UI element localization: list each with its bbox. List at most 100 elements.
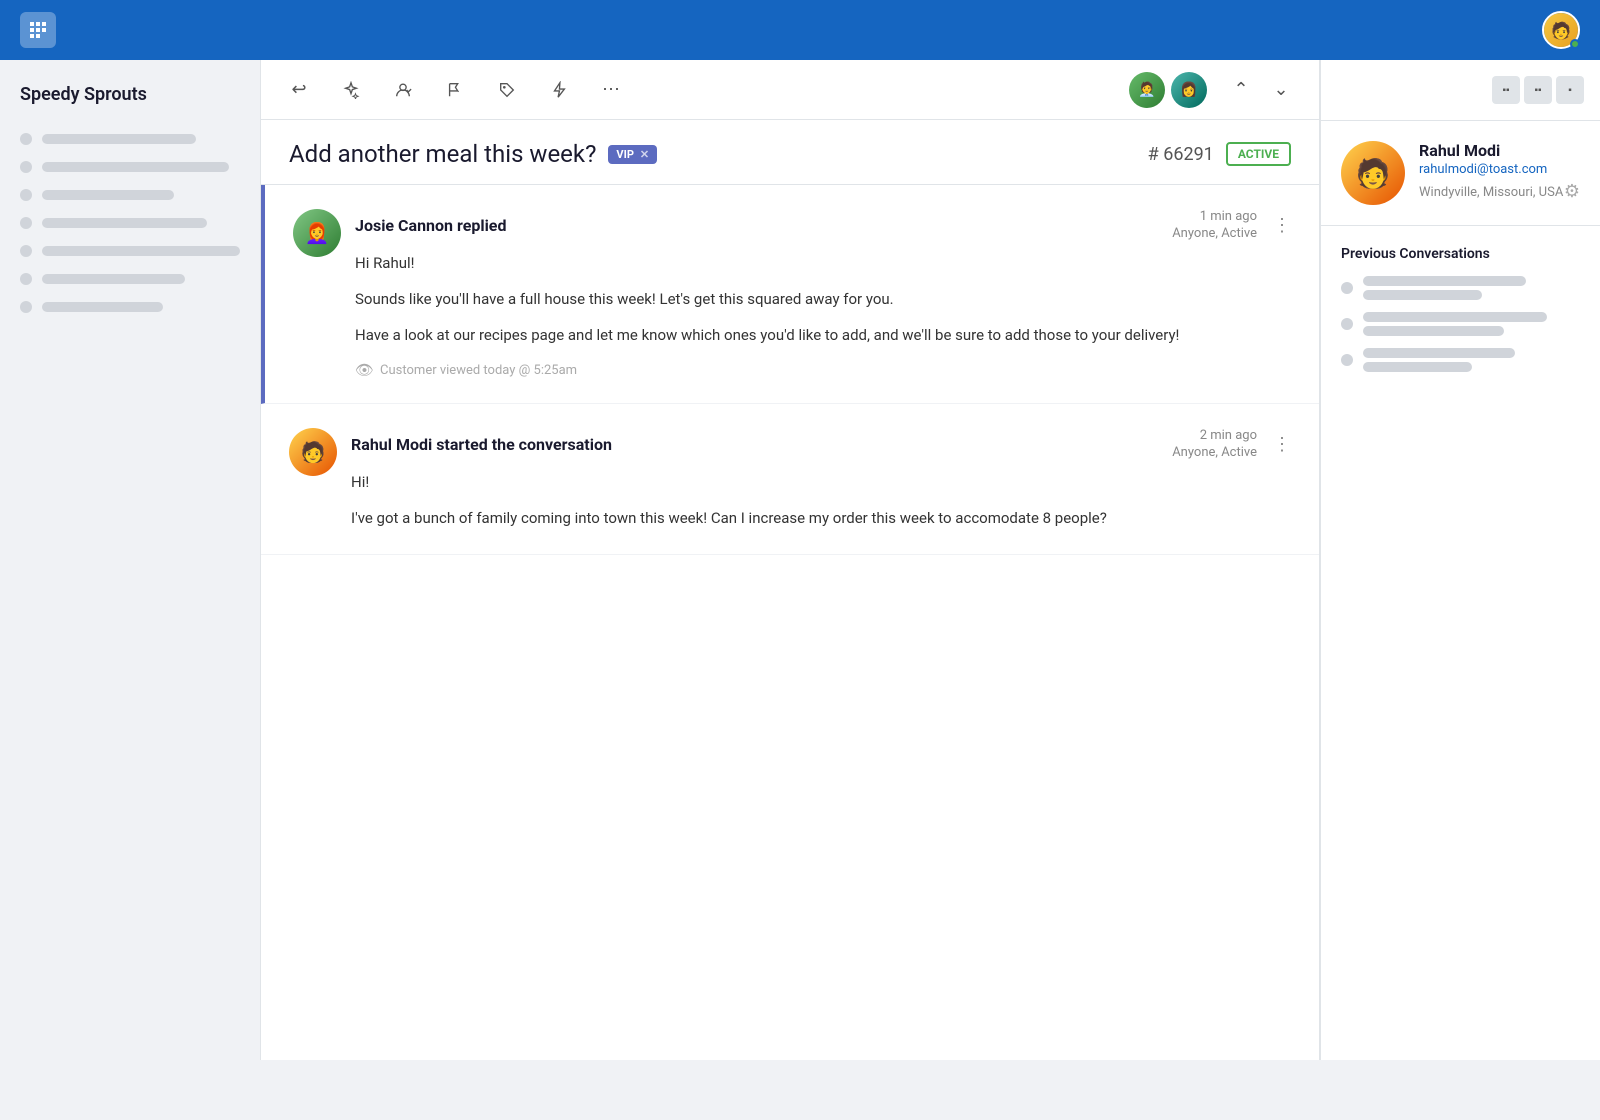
- prev-conv-lines-2: [1363, 312, 1580, 336]
- conversation-header: Add another meal this week? VIP ✕ # 6629…: [261, 120, 1319, 185]
- contact-name: Rahul Modi: [1419, 141, 1580, 160]
- message-body-2: Hi! I've got a bunch of family coming in…: [351, 470, 1291, 530]
- list-dot: [20, 189, 32, 201]
- next-conversation-button[interactable]: ⌄: [1263, 72, 1299, 108]
- message-status-2: Anyone, Active: [1172, 445, 1257, 460]
- list-item[interactable]: [20, 181, 240, 209]
- prev-conv-line-2a: [1363, 312, 1547, 322]
- prev-conv-dot-1: [1341, 282, 1353, 294]
- previous-conversations-title: Previous Conversations: [1341, 246, 1580, 262]
- assign-button[interactable]: [385, 72, 421, 108]
- list-item[interactable]: [20, 265, 240, 293]
- list-item[interactable]: [20, 237, 240, 265]
- sparkle-icon: [342, 81, 360, 99]
- eye-icon: 👁: [355, 361, 374, 379]
- action-button[interactable]: [541, 72, 577, 108]
- panel-view-toggle-1[interactable]: ▪▪: [1492, 76, 1520, 104]
- message-body-1: Hi Rahul! Sounds like you'll have a full…: [355, 251, 1291, 347]
- list-dot: [20, 245, 32, 257]
- message-status-1: Anyone, Active: [1172, 226, 1257, 241]
- contact-avatar: 🧑: [1341, 141, 1405, 205]
- prev-conv-dot-2: [1341, 318, 1353, 330]
- prev-conversation-button[interactable]: ⌃: [1223, 72, 1259, 108]
- list-item[interactable]: [20, 209, 240, 237]
- vip-remove-button[interactable]: ✕: [640, 148, 649, 161]
- prev-conv-line-2b: [1363, 326, 1504, 336]
- sidebar-items-list: [20, 125, 240, 321]
- message-line-2: Sounds like you'll have a full house thi…: [355, 287, 1291, 311]
- right-panel: ▪▪ ▪▪ ▪ 🧑 Rahul Modi rahulmodi@toast.com…: [1320, 60, 1600, 1060]
- undo-button[interactable]: ↩: [281, 72, 317, 108]
- message-viewed-1: 👁 Customer viewed today @ 5:25am: [355, 361, 1291, 379]
- message-line-1: Hi Rahul!: [355, 251, 1291, 275]
- logo-icon: [26, 18, 50, 42]
- message-line-5: I've got a bunch of family coming into t…: [351, 506, 1291, 530]
- main-content: ↩: [260, 60, 1320, 1060]
- message-meta-1: 1 min ago Anyone, Active ⋮: [1172, 209, 1291, 241]
- prev-conv-item-3[interactable]: [1341, 348, 1580, 372]
- list-line: [42, 274, 185, 284]
- list-line: [42, 134, 196, 144]
- message-line-3: Have a look at our recipes page and let …: [355, 323, 1291, 347]
- list-dot: [20, 217, 32, 229]
- message-time-1: 1 min ago: [1200, 209, 1257, 224]
- prev-conv-line-3b: [1363, 362, 1472, 372]
- message-line-4: Hi!: [351, 470, 1291, 494]
- flag-icon: [446, 81, 464, 99]
- lightning-icon: [550, 81, 568, 99]
- sender-avatar-josie: 👩‍🦰: [293, 209, 341, 257]
- assign-icon: [394, 81, 412, 99]
- list-dot: [20, 301, 32, 313]
- sidebar-title: Speedy Sprouts: [20, 84, 240, 105]
- contact-location: Windyville, Missouri, USA: [1419, 185, 1563, 200]
- assignee-avatars: 🧑‍💼 👩: [1129, 72, 1207, 108]
- app-logo[interactable]: [20, 12, 56, 48]
- tag-icon: [498, 81, 516, 99]
- prev-conv-item-2[interactable]: [1341, 312, 1580, 336]
- message-options-1[interactable]: ⋮: [1273, 215, 1291, 236]
- online-indicator: [1570, 39, 1580, 49]
- list-line: [42, 162, 229, 172]
- list-item[interactable]: [20, 293, 240, 321]
- flag-button[interactable]: [437, 72, 473, 108]
- panel-view-toggle-2[interactable]: ▪▪: [1524, 76, 1552, 104]
- list-dot: [20, 161, 32, 173]
- user-avatar-wrapper[interactable]: 🧑: [1542, 11, 1580, 49]
- contact-settings-button[interactable]: ⚙: [1564, 181, 1580, 202]
- prev-conv-line-1b: [1363, 290, 1482, 300]
- list-line: [42, 218, 207, 228]
- ai-assist-button[interactable]: [333, 72, 369, 108]
- panel-view-toggle-3[interactable]: ▪: [1556, 76, 1584, 104]
- message-content-2: Rahul Modi started the conversation 2 mi…: [351, 428, 1291, 530]
- prev-conv-lines-1: [1363, 276, 1580, 300]
- contact-email[interactable]: rahulmodi@toast.com: [1419, 162, 1580, 177]
- vip-badge: VIP ✕: [608, 145, 657, 164]
- sidebar: Speedy Sprouts: [0, 60, 260, 1060]
- message-meta-2: 2 min ago Anyone, Active ⋮: [1172, 428, 1291, 460]
- message-options-2[interactable]: ⋮: [1273, 434, 1291, 455]
- sender-name-2: Rahul Modi started the conversation: [351, 435, 612, 454]
- previous-conversations-section: Previous Conversations: [1321, 226, 1600, 404]
- list-item[interactable]: [20, 125, 240, 153]
- list-dot: [20, 133, 32, 145]
- conversation-id: # 66291: [1148, 144, 1214, 165]
- list-line: [42, 246, 240, 256]
- prev-conv-line-1a: [1363, 276, 1526, 286]
- list-dot: [20, 273, 32, 285]
- message-time-status-2: 2 min ago Anyone, Active: [1172, 428, 1257, 460]
- more-button[interactable]: ⋯: [593, 72, 629, 108]
- list-item[interactable]: [20, 153, 240, 181]
- prev-conv-item-1[interactable]: [1341, 276, 1580, 300]
- messages-area: 👩‍🦰 Josie Cannon replied 1 min ago Anyon…: [261, 185, 1319, 1060]
- assignee-avatar-2: 👩: [1171, 72, 1207, 108]
- conversation-title: Add another meal this week?: [289, 140, 596, 168]
- top-navigation: 🧑: [0, 0, 1600, 60]
- message-time-status-1: 1 min ago Anyone, Active: [1172, 209, 1257, 241]
- message-2: 🧑 Rahul Modi started the conversation 2 …: [261, 404, 1319, 555]
- prev-conv-line-3a: [1363, 348, 1515, 358]
- list-line: [42, 302, 163, 312]
- assignee-avatar-1: 🧑‍💼: [1129, 72, 1165, 108]
- prev-conv-lines-3: [1363, 348, 1580, 372]
- label-button[interactable]: [489, 72, 525, 108]
- contact-card: 🧑 Rahul Modi rahulmodi@toast.com Windyvi…: [1321, 121, 1600, 226]
